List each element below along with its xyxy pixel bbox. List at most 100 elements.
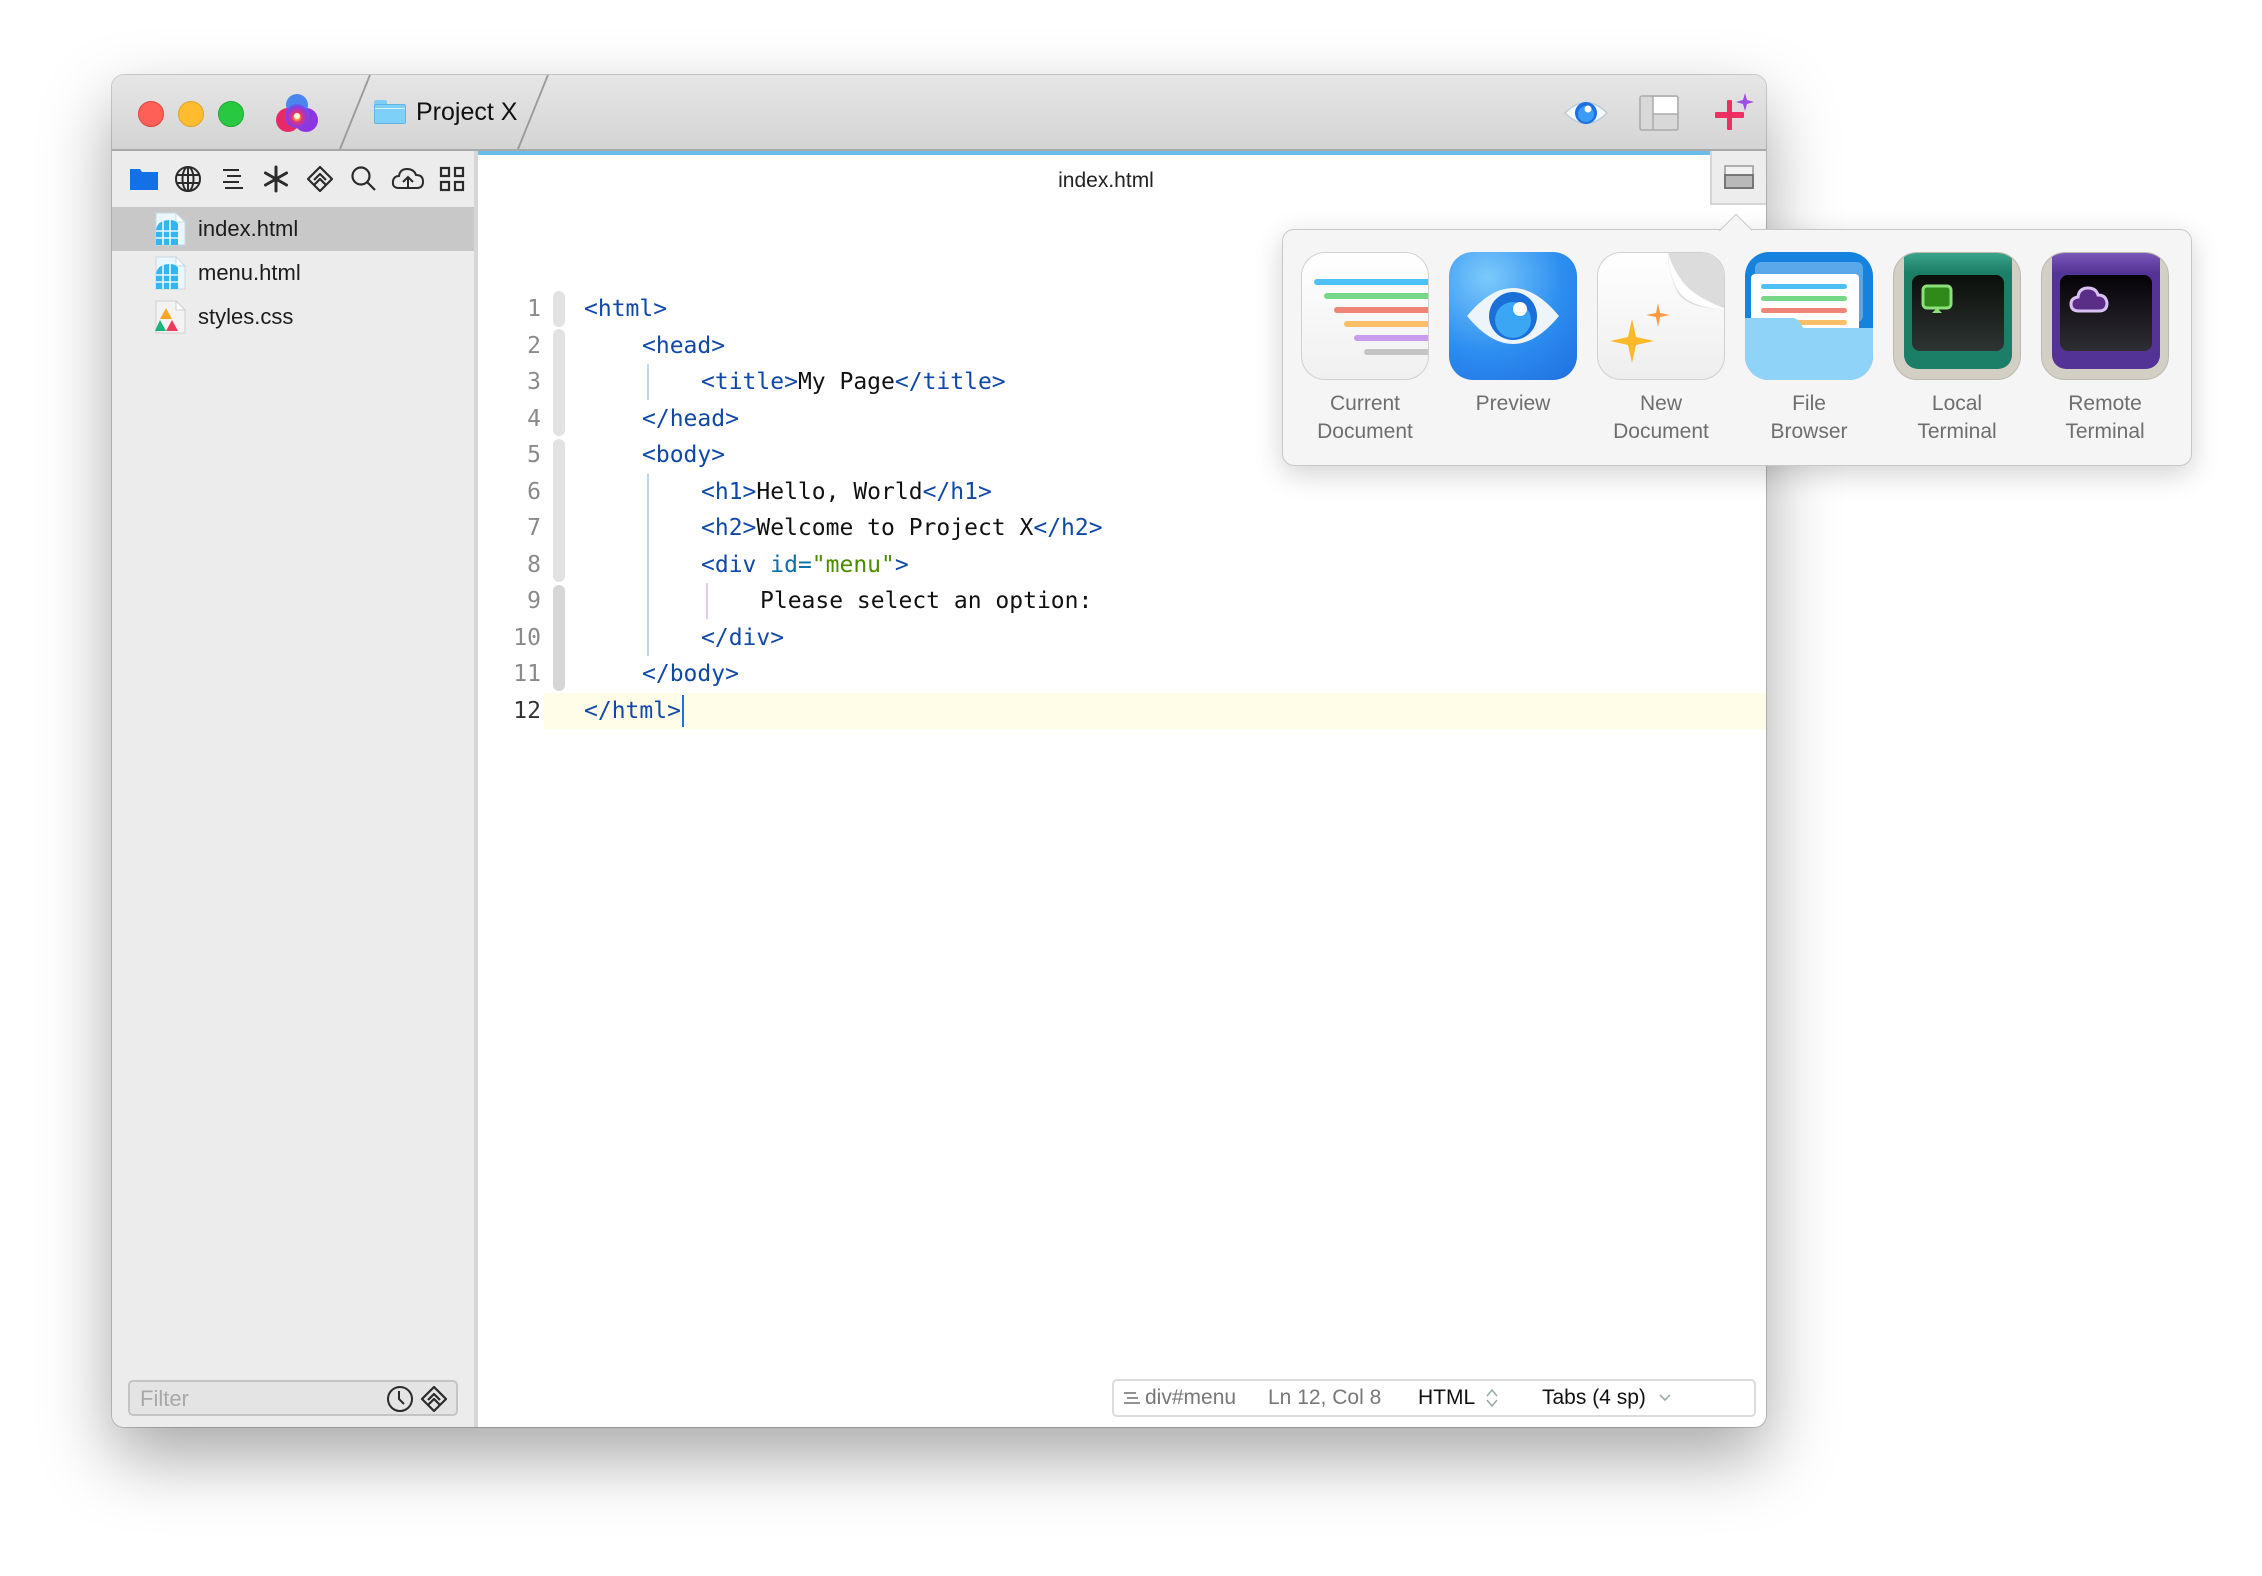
popover-item-new-document[interactable]: New Document [1591,252,1731,446]
folder-icon [130,169,158,190]
minimize-window-button[interactable] [178,101,204,127]
code-token: <h2> [701,515,757,541]
breadcrumb-label: div#menu [1145,1386,1237,1409]
line-number: 12 [513,697,541,724]
popover-item-file-browser[interactable]: File Browser [1739,252,1879,446]
code-token: <div [701,551,757,578]
item-label: Terminal [2065,420,2145,443]
project-name: Project X [416,97,518,126]
code-token: My Page [797,369,895,395]
html-file-icon [155,256,186,290]
cursor-position[interactable]: Ln 12, Col 8 [1268,1386,1408,1410]
code-line: 7 <h2>Welcome to Project X</h2> [478,510,1766,547]
line-number: 10 [513,624,541,651]
line-number: 8 [527,551,541,578]
sidebar-tab-git[interactable] [298,159,342,199]
line-number: 3 [527,369,541,395]
active-document-indicator [478,151,1734,155]
sidebar-tab-more[interactable] [430,159,474,199]
sidebar-tab-web[interactable] [166,159,210,199]
outline-icon [223,169,243,189]
line-number: 6 [527,478,541,505]
git-diamond-icon[interactable] [420,1385,448,1413]
code-token: </div> [701,624,785,651]
file-name: menu.html [198,260,301,285]
project-tab[interactable]: Project X [374,91,517,133]
sidebar-tab-outline[interactable] [210,159,254,199]
line-number: 1 [527,296,541,322]
outline-icon [1124,1392,1140,1404]
css-file-icon [155,300,186,334]
remote-terminal-icon [2041,252,2169,380]
search-icon [351,166,376,191]
code-token: id= [770,551,812,578]
popover-item-current-document[interactable]: Current Document [1295,252,1435,446]
recent-clock-icon[interactable] [386,1385,414,1413]
code-line: 9 Please select an option: [478,583,1766,620]
syntax-label: HTML [1418,1386,1476,1409]
filter-field [128,1380,458,1416]
preview-button[interactable] [1562,89,1610,137]
cursor-position-label: Ln 12, Col 8 [1268,1386,1382,1409]
line-number: 9 [527,588,541,614]
file-browser-icon [1745,252,1873,380]
sidebar-tab-clips[interactable] [254,159,298,199]
document-title: index.html [1058,169,1154,192]
layout-button[interactable] [1635,89,1683,137]
code-token: Hello, World [756,478,923,505]
code-token: <h1> [701,478,757,505]
code-token: </h2> [1033,515,1103,541]
code-token: </body> [642,661,739,687]
tab-separator [517,75,549,149]
cloud-icon [2069,286,2109,313]
preview-icon [1449,252,1577,380]
code-token: <head> [642,332,726,359]
code-token: </html> [584,697,681,724]
git-diamond-icon [306,165,334,193]
app-logo-icon[interactable] [275,92,319,136]
sidebar-tab-publish[interactable] [386,159,430,199]
filter-input[interactable] [138,1382,362,1416]
file-name: index.html [198,216,299,241]
popover-item-remote-terminal[interactable]: Remote Terminal [2035,252,2175,446]
close-window-button[interactable] [138,101,164,127]
code-token: > [894,551,909,578]
code-line: 6 <h1>Hello, World</h1> [478,474,1766,511]
line-number: 5 [527,442,541,468]
sidebar-toolbar [112,151,474,207]
code-token: Please select an option: [760,588,1093,614]
file-item-styles-css[interactable]: styles.css [112,295,474,339]
sidebar-tab-files[interactable] [122,159,166,199]
code-token: <title> [701,369,798,395]
indentation-selector[interactable]: Tabs (4 sp) [1542,1386,1672,1410]
code-token: </h1> [922,478,992,505]
chevron-down-icon [1659,1394,1671,1402]
syntax-selector[interactable]: HTML [1418,1386,1518,1410]
tab-separator [339,75,371,149]
item-label: Terminal [1917,420,1997,443]
zoom-window-button[interactable] [218,101,244,127]
sidebar-tab-search[interactable] [342,159,386,199]
panel-toggle-button[interactable] [1710,151,1766,205]
code-token: <html> [584,296,668,322]
title-bar: Project X [112,75,1766,151]
preview-eye-icon [1563,101,1609,125]
grid-icon [439,166,465,192]
monitor-icon [1921,284,1953,313]
item-label: Remote [2068,392,2142,415]
popover-arrow [1718,207,1752,231]
code-token: </title> [894,369,1006,395]
current-code-line: 12 </html> [513,692,1766,729]
code-line: 11 </body> [478,656,1766,693]
new-item-button[interactable] [1710,89,1758,137]
code-token: Welcome to Project X [756,515,1034,541]
breadcrumb[interactable]: div#menu [1122,1386,1268,1410]
item-label: Preview [1475,392,1551,415]
popover-item-local-terminal[interactable]: Local Terminal [1887,252,2027,446]
sidebar: index.html menu.html styles.css Filter [112,151,478,1427]
item-label: Local [1931,392,1983,415]
file-item-menu-html[interactable]: menu.html [112,251,474,295]
popover-item-preview[interactable]: Preview [1443,252,1583,418]
file-item-index-html[interactable]: index.html [112,207,474,251]
item-label: Document [1613,420,1709,443]
